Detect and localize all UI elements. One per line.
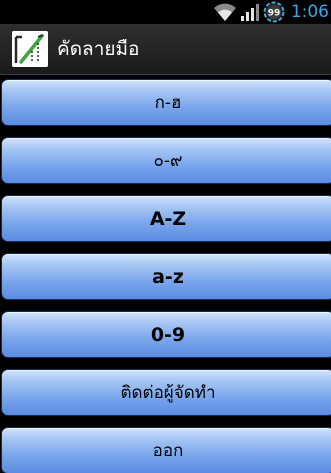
lowercase-letters-button[interactable]: a-z [1,253,331,300]
title-bar: คัดลายมือ [0,24,331,75]
menu-button-label: a-z [152,265,184,288]
menu-button-label: 0-9 [150,323,186,346]
status-icons: 99 1:06 [213,0,331,24]
status-bar: 99 1:06 [0,0,331,24]
battery-level-text: 99 [268,9,281,19]
battery-icon: 99 [263,1,285,23]
uppercase-letters-button[interactable]: A-Z [1,195,331,242]
pen-writing-icon [12,31,48,67]
menu-button-label: ออก [152,441,184,461]
app-title: คัดลายมือ [57,38,140,60]
menu-button-label: A-Z [149,207,187,230]
exit-button[interactable]: ออก [1,427,331,473]
signal-icon [240,4,259,21]
app-screen: 99 1:06 คัดลายมือ ก-ฮ ๐-๙ A-Z a-z 0-9 ติ… [0,0,331,473]
thai-numerals-button[interactable]: ๐-๙ [1,137,331,184]
menu-button-label: ๐-๙ [153,151,183,171]
arabic-numerals-button[interactable]: 0-9 [1,311,331,358]
contact-developer-button[interactable]: ติดต่อผู้จัดทำ [1,369,331,416]
thai-consonants-button[interactable]: ก-ฮ [1,79,331,126]
menu-button-label: ติดต่อผู้จัดทำ [120,383,216,403]
status-clock: 1:06 [290,2,329,22]
wifi-icon [213,3,236,21]
menu-button-label: ก-ฮ [154,93,182,113]
